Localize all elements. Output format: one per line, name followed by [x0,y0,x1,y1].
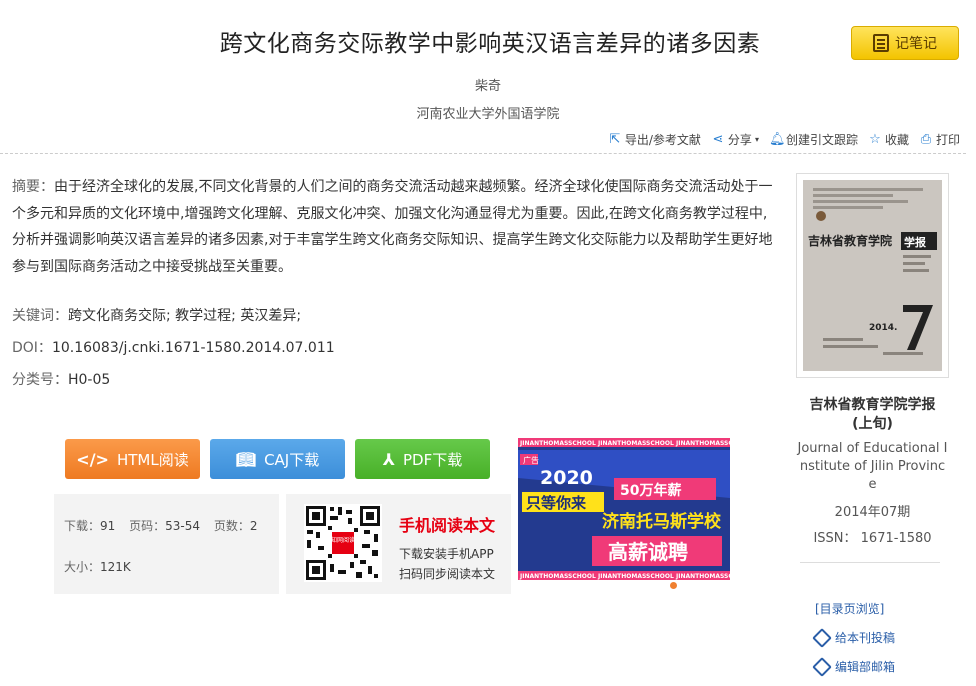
mobile-read-line2: 扫码同步阅读本文 [399,567,496,581]
pdf-download-button[interactable]: ⅄ PDF下载 [355,439,490,479]
class-label: 分类号： [12,372,68,388]
cover-year: 2014. [869,323,897,333]
pdf-icon: ⅄ [382,449,395,469]
download-count: 91 [100,519,116,533]
svg-text:JINANTHOMASSCHOOL: JINANTHOMASSCHOOL [675,573,730,580]
print-button[interactable]: ⎙ 打印 [919,131,960,148]
mail-icon [812,656,832,677]
submit-link[interactable]: 给本刊投稿 [812,627,895,648]
cover-title: 吉林省教育学院 [808,233,892,248]
keywords-row: 关键词：跨文化商务交际; 教学过程; 英汉差异; [12,305,301,325]
take-notes-button[interactable]: 记笔记 [851,26,959,60]
ad-tag: 广告 [523,455,539,465]
qr-code[interactable]: 知网阅读 [304,504,382,582]
journal-english-name: Journal of Educational Institute of Jili… [797,441,948,492]
take-notes-label: 记笔记 [895,36,937,52]
article-title: 跨文化商务交际教学中影响英汉语言差异的诸多因素 [219,31,761,57]
svg-text:JINANTHOMASSCHOOL: JINANTHOMASSCHOOL [519,573,596,580]
favorite-button[interactable]: ☆ 收藏 [868,131,909,148]
ad-hiring: 高薪诚聘 [608,540,688,564]
printer-icon: ⎙ [920,131,932,147]
html-read-button[interactable]: </> HTML阅读 [65,439,200,479]
code-icon: </> [76,449,109,469]
star-icon: ☆ [869,131,881,147]
svg-text:JINANTHOMASSCHOOL: JINANTHOMASSCHOOL [675,440,730,447]
journal-links: [目录页浏览] 给本刊投稿 编辑部邮箱 [812,600,895,686]
journal-name[interactable]: 吉林省教育学院学报 (上旬) [796,396,949,434]
page-range: 53-54 [165,519,201,533]
page-count: 2 [249,519,258,533]
file-size: 121K [100,560,131,574]
catalog-link[interactable]: [目录页浏览] [815,600,895,617]
svg-text:JINANTHOMASSCHOOL: JINANTHOMASSCHOOL [597,440,674,447]
divider [0,153,966,154]
doi-row: DOI：10.16083/j.cnki.1671-1580.2014.07.01… [12,337,335,357]
svg-text:JINANTHOMASSCHOOL: JINANTHOMASSCHOOL [597,573,674,580]
divider [800,562,940,563]
ad-carousel-dot[interactable] [670,582,677,589]
class-value: H0-05 [68,372,111,388]
export-icon: ⇱ [609,131,621,147]
editorial-email-link[interactable]: 编辑部邮箱 [812,656,895,677]
keywords-value[interactable]: 跨文化商务交际; 教学过程; 英汉差异; [68,308,301,324]
journal-issue-date[interactable]: 2014年07期 [796,501,949,520]
article-toolbar: ⇱ 导出/参考文献 ⋖ 分享 ▾ 🔔︎ 创建引文跟踪 ☆ 收藏 ⎙ 打印 [608,131,960,148]
export-button[interactable]: ⇱ 导出/参考文献 [608,131,701,148]
ad-line1: 只等你来 [526,494,587,512]
keywords-label: 关键词： [12,308,68,324]
citation-track-button[interactable]: 🔔︎ 创建引文跟踪 [769,131,858,148]
ad-year: 2020 [540,467,593,489]
journal-cover[interactable]: 吉林省教育学院 学报 2014. [796,173,949,378]
submit-icon [812,627,832,648]
mobile-read-title[interactable]: 手机阅读本文 [399,512,495,536]
notebook-icon [873,34,889,52]
share-icon: ⋖ [712,131,724,147]
doi-value: 10.16083/j.cnki.1671-1580.2014.07.011 [51,340,335,356]
class-row: 分类号：H0-05 [12,369,110,389]
ad-salary: 50万年薪 [620,482,681,499]
caj-download-button[interactable]: 📖︎ CAJ下载 [210,439,345,479]
abstract-text: 由于经济全球化的发展,不同文化背景的人们之间的商务交流活动越来越频繁。经济全球化… [12,179,773,275]
svg-text:JINANTHOMASSCHOOL: JINANTHOMASSCHOOL [519,440,596,447]
download-stats: 下载：91 页码：53-54 页数：2 大小：121K [54,494,279,594]
doi-label: DOI： [12,340,52,356]
book-icon: 📖︎ [235,449,257,469]
affiliation-link[interactable]: 河南农业大学外国语学院 [0,103,976,122]
bell-icon: 🔔︎ [768,131,786,147]
mobile-read-line1: 下载安装手机APP [399,547,494,561]
cover-badge: 学报 [904,235,927,249]
chevron-down-icon: ▾ [754,135,759,144]
qr-logo: 知网阅读 [331,536,355,544]
share-button[interactable]: ⋖ 分享 ▾ [711,131,759,148]
abstract: 摘要：由于经济全球化的发展,不同文化背景的人们之间的商务交流活动越来越频繁。经济… [12,174,774,280]
author-link[interactable]: 柴奇 [0,75,976,94]
ad-banner[interactable]: JINANTHOMASSCHOOL JINANTHOMASSCHOOL JINA… [518,438,730,580]
ad-school: 济南托马斯学校 [602,511,722,532]
abstract-label: 摘要： [12,179,54,195]
journal-issn: ISSN： 1671-1580 [813,531,932,546]
mobile-read-panel: 知网阅读 手机阅读本文 下载安装手机APP 扫码同步阅读本文 [286,494,511,594]
